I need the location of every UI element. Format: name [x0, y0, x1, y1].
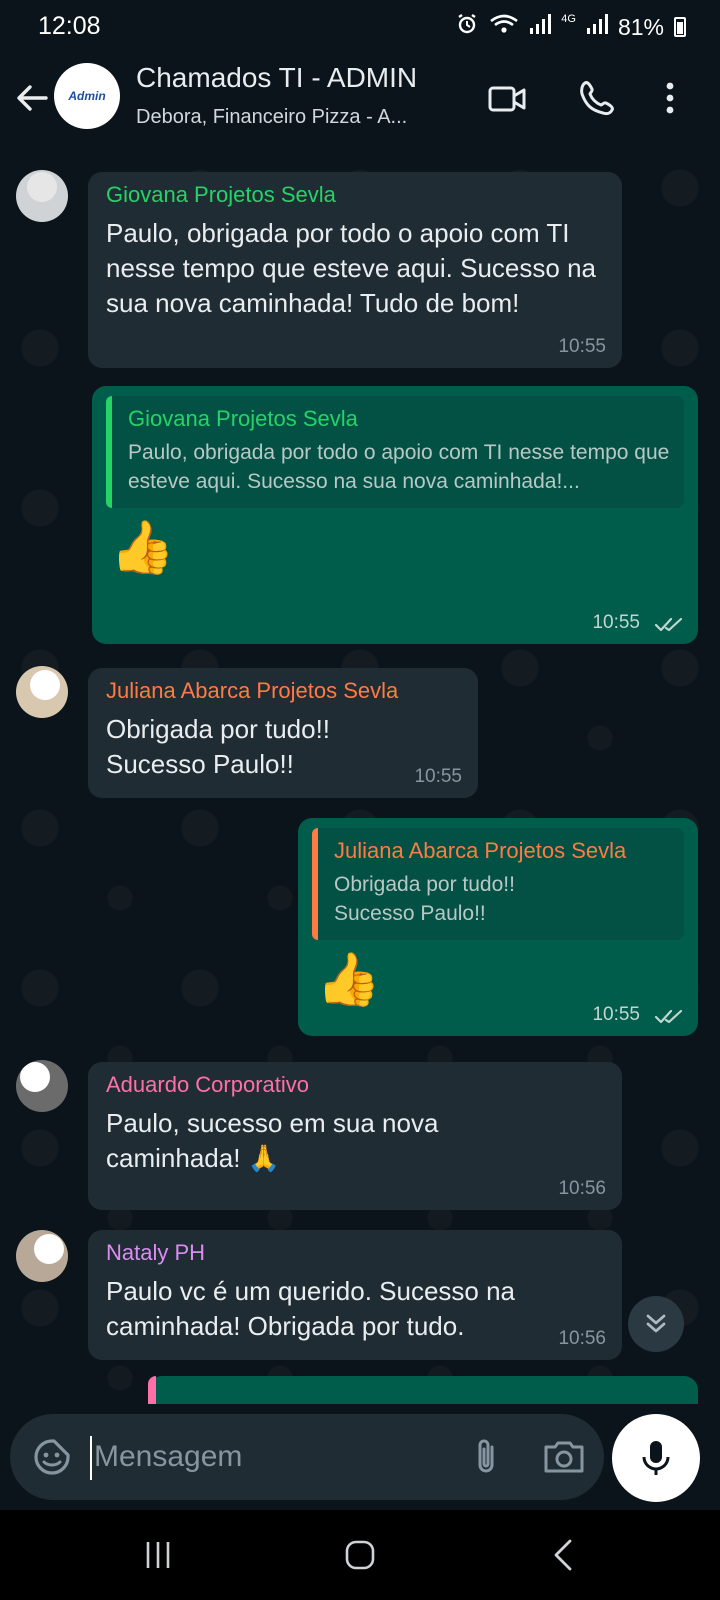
chevron-left-icon: [554, 1539, 572, 1571]
camera-icon: [544, 1441, 584, 1473]
group-avatar-logo: Admin: [68, 89, 106, 103]
group-avatar[interactable]: Admin: [54, 63, 120, 129]
sender-avatar-giovana[interactable]: [16, 170, 68, 222]
read-receipt-icon: [654, 617, 683, 632]
status-time: 12:08: [38, 12, 101, 40]
status-bar: 12:08 4G 81%: [0, 0, 720, 52]
chat-header: Admin Chamados TI - ADMIN Debora, Financ…: [0, 52, 720, 148]
message-time: 10:55: [558, 336, 606, 357]
arrow-left-icon: [17, 85, 48, 111]
quote-bar: [312, 828, 318, 940]
recent-apps-button[interactable]: [128, 1532, 188, 1578]
kebab-menu-icon: [666, 82, 674, 114]
quote-bar: [148, 1376, 156, 1404]
quoted-sender: Juliana Abarca Projetos Sevla: [334, 838, 627, 863]
chat-title[interactable]: Chamados TI - ADMIN: [136, 62, 417, 94]
more-options-button[interactable]: [660, 76, 704, 120]
double-chevron-down-icon: [646, 1314, 666, 1333]
message-text: Paulo, obrigada por todo o apoio com TI …: [106, 218, 596, 318]
sticker-smiley-icon: [34, 1439, 70, 1475]
voice-call-button[interactable]: [576, 76, 620, 120]
message-bubble-incoming[interactable]: Giovana Projetos Sevla Paulo, obrigada p…: [88, 172, 622, 368]
sender-avatar-nataly[interactable]: [16, 1230, 68, 1282]
message-sender: Aduardo Corporativo: [106, 1072, 310, 1097]
camera-button[interactable]: [540, 1435, 588, 1479]
microphone-icon: [642, 1441, 670, 1475]
message-composer: [10, 1414, 604, 1500]
quoted-message[interactable]: Juliana Abarca Projetos Sevla Obrigada p…: [312, 828, 684, 940]
message-bubble-outgoing[interactable]: Giovana Projetos Sevla Paulo, obrigada p…: [92, 386, 698, 644]
battery-icon: [674, 17, 686, 37]
battery-percent: 81%: [617, 13, 664, 40]
message-bubble-outgoing-partial[interactable]: [148, 1376, 698, 1404]
quoted-text: Obrigada por tudo!! Sucesso Paulo!!: [334, 873, 515, 925]
sender-avatar-aduardo[interactable]: [16, 1060, 68, 1112]
message-time: 10:56: [558, 1178, 606, 1199]
text-cursor: [90, 1436, 92, 1480]
wifi-icon: [489, 13, 519, 41]
message-sender: Nataly PH: [106, 1240, 206, 1265]
message-input[interactable]: [94, 1432, 434, 1482]
message-time: 10:56: [558, 1328, 606, 1349]
attach-button[interactable]: [464, 1435, 508, 1479]
quoted-text: Paulo, obrigada por todo o apoio com TI …: [128, 441, 670, 493]
home-button[interactable]: [330, 1532, 390, 1578]
status-icons: 4G 81%: [455, 12, 686, 42]
message-bubble-incoming[interactable]: Juliana Abarca Projetos Sevla Obrigada p…: [88, 668, 478, 798]
read-receipt-icon: [654, 1009, 683, 1024]
quote-bar: [106, 396, 112, 508]
message-bubble-incoming[interactable]: Nataly PH Paulo vc é um querido. Sucesso…: [88, 1230, 622, 1360]
message-time: 10:55: [592, 612, 640, 633]
emoji-sticker-button[interactable]: [30, 1435, 74, 1479]
quoted-sender: Giovana Projetos Sevla: [128, 406, 358, 431]
network-type: 4G: [561, 13, 576, 25]
phone-icon: [580, 81, 614, 116]
message-bubble-outgoing[interactable]: Juliana Abarca Projetos Sevla Obrigada p…: [298, 818, 698, 1036]
quoted-message[interactable]: Giovana Projetos Sevla Paulo, obrigada p…: [106, 396, 684, 508]
sender-avatar-juliana[interactable]: [16, 666, 68, 718]
system-back-button[interactable]: [534, 1532, 594, 1578]
chat-subtitle[interactable]: Debora, Financeiro Pizza - A...: [136, 106, 456, 129]
paperclip-icon: [478, 1439, 494, 1473]
system-navigation-bar: [0, 1510, 720, 1600]
chat-messages-area[interactable]: Giovana Projetos Sevla Paulo, obrigada p…: [0, 148, 720, 1404]
video-call-button[interactable]: [486, 76, 530, 120]
back-button[interactable]: [12, 78, 52, 118]
recent-apps-icon: [146, 1542, 170, 1568]
message-sender: Juliana Abarca Projetos Sevla: [106, 678, 399, 703]
video-camera-icon: [488, 86, 526, 112]
signal-icon-2: [586, 13, 608, 41]
scroll-to-bottom-button[interactable]: [628, 1296, 684, 1352]
message-emoji: 👍: [110, 519, 175, 577]
message-sender: Giovana Projetos Sevla: [106, 182, 336, 207]
alarm-icon: [455, 12, 479, 42]
signal-icon: [529, 13, 552, 41]
message-text: Paulo, sucesso em sua nova caminhada! 🙏: [106, 1108, 439, 1173]
home-icon: [345, 1540, 375, 1570]
message-time: 10:55: [414, 766, 462, 787]
message-text: Obrigada por tudo!! Sucesso Paulo!!: [106, 714, 331, 779]
message-time: 10:55: [592, 1004, 640, 1025]
message-text: Paulo vc é um querido. Sucesso na caminh…: [106, 1276, 516, 1341]
message-emoji: 👍: [316, 951, 381, 1009]
message-bubble-incoming[interactable]: Aduardo Corporativo Paulo, sucesso em su…: [88, 1062, 622, 1210]
voice-message-button[interactable]: [612, 1414, 700, 1502]
